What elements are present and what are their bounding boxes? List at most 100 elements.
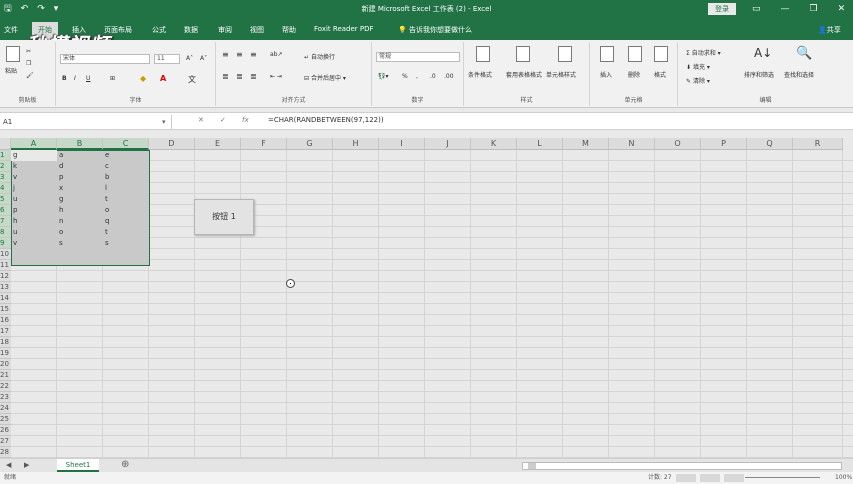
login-button[interactable]: 登录 — [708, 3, 736, 15]
paste-icon[interactable] — [6, 46, 20, 62]
font-size-select[interactable]: 11 — [154, 54, 180, 64]
select-all-corner[interactable] — [0, 138, 11, 150]
cell-c3[interactable]: b — [105, 172, 109, 183]
orientation-icon[interactable]: ab↗ — [270, 51, 283, 58]
row-header-23[interactable]: 23 — [0, 392, 11, 403]
row-header-12[interactable]: 12 — [0, 271, 11, 282]
cell-a9[interactable]: v — [13, 238, 17, 249]
row-header-25[interactable]: 25 — [0, 414, 11, 425]
name-box-dropdown-icon[interactable]: ▾ — [162, 115, 166, 129]
indent-icon[interactable]: ⇤ ⇥ — [270, 73, 282, 80]
column-header-q[interactable]: Q — [747, 138, 793, 150]
align-bottom-icon[interactable]: ≡ — [250, 50, 257, 59]
comma-icon[interactable]: , — [416, 73, 418, 80]
cell-a6[interactable]: p — [13, 205, 17, 216]
row-header-10[interactable]: 10 — [0, 249, 11, 260]
delete-cells-label[interactable]: 删除 — [628, 70, 640, 79]
row-header-16[interactable]: 16 — [0, 315, 11, 326]
column-header-b[interactable]: B — [57, 138, 103, 150]
column-header-k[interactable]: K — [471, 138, 517, 150]
currency-icon[interactable]: 💱▾ — [378, 73, 388, 80]
row-header-21[interactable]: 21 — [0, 370, 11, 381]
wrap-text-button[interactable]: ↵ 自动换行 — [304, 52, 335, 61]
column-header-f[interactable]: F — [241, 138, 287, 150]
clear-button[interactable]: ✎ 清除 ▾ — [686, 76, 710, 85]
format-painter-icon[interactable]: 🖌 — [26, 72, 34, 79]
row-header-18[interactable]: 18 — [0, 337, 11, 348]
cell-a5[interactable]: u — [13, 194, 17, 205]
row-header-15[interactable]: 15 — [0, 304, 11, 315]
cell-a2[interactable]: k — [13, 161, 17, 172]
cell-styles-icon[interactable] — [558, 46, 572, 62]
underline-icon[interactable]: U — [86, 75, 90, 82]
tab-view[interactable]: 视图 — [250, 25, 264, 35]
row-header-5[interactable]: 5 — [0, 194, 11, 205]
cell-a4[interactable]: j — [13, 183, 15, 194]
column-header-r[interactable]: R — [793, 138, 843, 150]
restore-icon[interactable]: ❐ — [810, 2, 818, 16]
sort-filter-icon[interactable]: A↓ — [754, 46, 772, 60]
row-header-6[interactable]: 6 — [0, 205, 11, 216]
format-as-table-label[interactable]: 套用表格格式 — [504, 70, 544, 79]
row-header-4[interactable]: 4 — [0, 183, 11, 194]
cell-c5[interactable]: t — [105, 194, 108, 205]
tell-me-box[interactable]: 💡 告诉我你想要做什么 — [398, 25, 472, 35]
cell-b4[interactable]: x — [59, 183, 63, 194]
bold-icon[interactable]: B — [62, 75, 67, 82]
cell-b7[interactable]: n — [59, 216, 63, 227]
copy-icon[interactable]: ❐ — [26, 60, 31, 67]
active-cell[interactable] — [11, 150, 57, 161]
decrease-font-icon[interactable]: A˅ — [200, 55, 207, 62]
row-header-14[interactable]: 14 — [0, 293, 11, 304]
cell-c1[interactable]: e — [105, 150, 109, 161]
cell-a7[interactable]: h — [13, 216, 17, 227]
row-header-19[interactable]: 19 — [0, 348, 11, 359]
sheet-prev-icon[interactable]: ◀ — [6, 461, 11, 469]
row-header-9[interactable]: 9 — [0, 238, 11, 249]
column-header-c[interactable]: C — [103, 138, 149, 150]
cell-a1[interactable]: g — [13, 150, 17, 161]
cell-c7[interactable]: q — [105, 216, 109, 227]
font-color-icon[interactable]: A — [160, 74, 166, 83]
cell-b8[interactable]: o — [59, 227, 63, 238]
close-icon[interactable]: ✕ — [838, 2, 846, 16]
confirm-icon[interactable]: ✓ — [220, 116, 226, 124]
row-header-11[interactable]: 11 — [0, 260, 11, 271]
tab-file[interactable]: 文件 — [4, 25, 18, 35]
column-header-a[interactable]: A — [11, 138, 57, 150]
autosum-button[interactable]: Σ 自动求和 ▾ — [686, 48, 721, 57]
insert-function-icon[interactable]: fx — [242, 116, 249, 124]
column-header-n[interactable]: N — [609, 138, 655, 150]
column-header-j[interactable]: J — [425, 138, 471, 150]
worksheet-grid[interactable]: 按钮 1 A B C D E F G H I J K L M N O P Q R 1 2 3 4 5 6 7 8 9 10 11 12 13… — [0, 138, 853, 458]
tab-help[interactable]: 帮助 — [282, 25, 296, 35]
cell-c6[interactable]: o — [105, 205, 109, 216]
column-header-l[interactable]: L — [517, 138, 563, 150]
horizontal-scrollbar[interactable] — [522, 462, 842, 470]
name-box[interactable]: A1 ▾ — [0, 115, 172, 129]
row-header-22[interactable]: 22 — [0, 381, 11, 392]
row-header-17[interactable]: 17 — [0, 326, 11, 337]
zoom-slider[interactable] — [745, 477, 820, 478]
tab-review[interactable]: 审阅 — [218, 25, 232, 35]
normal-view-icon[interactable] — [676, 474, 696, 482]
column-header-p[interactable]: P — [701, 138, 747, 150]
row-header-8[interactable]: 8 — [0, 227, 11, 238]
align-center-icon[interactable]: ≣ — [236, 72, 243, 81]
column-header-o[interactable]: O — [655, 138, 701, 150]
row-header-3[interactable]: 3 — [0, 172, 11, 183]
formula-input[interactable]: =CHAR(RANDBETWEEN(97,122)) — [268, 116, 384, 124]
form-button-1[interactable]: 按钮 1 — [194, 199, 254, 235]
sheet-tab-sheet1[interactable]: Sheet1 — [57, 459, 99, 472]
row-header-28[interactable]: 28 — [0, 447, 11, 458]
cell-b1[interactable]: a — [59, 150, 63, 161]
column-header-d[interactable]: D — [149, 138, 195, 150]
format-as-table-icon[interactable] — [516, 46, 530, 62]
font-name-select[interactable]: 宋体 — [60, 54, 150, 64]
delete-cells-icon[interactable] — [628, 46, 642, 62]
ribbon-display-icon[interactable]: ▭ — [752, 2, 761, 16]
number-format-select[interactable]: 常规 — [376, 52, 460, 62]
align-left-icon[interactable]: ≣ — [222, 72, 229, 81]
cell-c4[interactable]: l — [105, 183, 107, 194]
column-header-i[interactable]: I — [379, 138, 425, 150]
